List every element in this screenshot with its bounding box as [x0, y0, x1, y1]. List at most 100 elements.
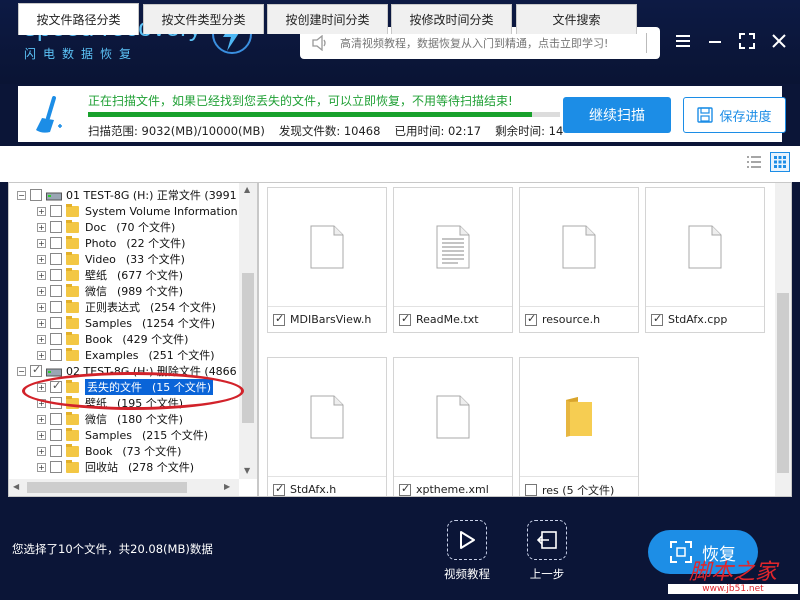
file-checkbox[interactable] [525, 483, 537, 496]
tree-node-label: 壁纸 (195 个文件) [85, 395, 183, 411]
tree-checkbox[interactable] [50, 301, 62, 313]
expand-icon[interactable]: + [37, 350, 46, 360]
tree-checkbox[interactable] [50, 253, 62, 265]
file-checkbox[interactable] [651, 312, 663, 326]
tree-folder-node[interactable]: + 正则表达式 (254 个文件) [37, 299, 216, 315]
expand-icon[interactable]: + [37, 270, 46, 280]
menu-icon[interactable] [672, 30, 694, 52]
expand-icon[interactable]: + [37, 430, 46, 440]
tree-checkbox[interactable] [50, 285, 62, 297]
maximize-icon[interactable] [736, 30, 758, 52]
close-icon[interactable] [768, 30, 790, 52]
save-progress-button[interactable]: 保存进度 [683, 97, 786, 133]
tree-folder-node[interactable]: + 壁纸 (195 个文件) [37, 395, 183, 411]
file-card[interactable]: StdAfx.cpp [645, 187, 765, 333]
play-icon [447, 520, 487, 560]
tree-checkbox[interactable] [50, 221, 62, 233]
back-button[interactable]: 上一步 [512, 520, 582, 582]
tree-folder-node[interactable]: + System Volume Information( [37, 203, 252, 219]
tree-folder-node[interactable]: + Samples (1254 个文件) [37, 315, 215, 331]
expand-icon[interactable]: + [37, 286, 46, 296]
tree-folder-node[interactable]: + 微信 (989 个文件) [37, 283, 183, 299]
tutorial-search-input[interactable] [340, 36, 640, 50]
file-checkbox[interactable] [273, 312, 285, 326]
expand-icon[interactable]: + [37, 318, 46, 328]
tree-checkbox[interactable] [50, 317, 62, 329]
expand-icon[interactable]: + [37, 302, 46, 312]
expand-icon[interactable]: + [37, 398, 46, 408]
tree-checkbox[interactable] [50, 237, 62, 249]
collapse-icon[interactable]: − [17, 366, 26, 376]
tree-checkbox[interactable] [50, 333, 62, 345]
tree-folder-node[interactable]: + Book (73 个文件) [37, 443, 181, 459]
tree-scroll-thumb[interactable] [242, 273, 254, 423]
grid-view-icon[interactable] [770, 152, 790, 172]
file-card[interactable]: StdAfx.h [267, 357, 387, 496]
tree-folder-node[interactable]: + 回收站 (278 个文件) [37, 459, 194, 475]
tree-checkbox[interactable] [50, 445, 62, 457]
expand-icon[interactable]: + [37, 414, 46, 424]
continue-scan-button[interactable]: 继续扫描 [563, 97, 671, 133]
collapse-icon[interactable]: − [17, 190, 26, 200]
tree-folder-node[interactable]: + Book (429 个文件) [37, 331, 188, 347]
expand-icon[interactable]: + [37, 462, 46, 472]
scroll-down-icon[interactable]: ▼ [244, 466, 250, 475]
tree-checkbox[interactable] [50, 269, 62, 281]
file-checkbox[interactable] [273, 482, 285, 496]
tree-folder-node[interactable]: + Video (33 个文件) [37, 251, 185, 267]
tree-folder-node[interactable]: + Doc (70 个文件) [37, 219, 175, 235]
grid-vertical-scrollbar[interactable] [775, 183, 791, 496]
tab-file-search[interactable]: 文件搜索 [516, 4, 637, 34]
expand-icon[interactable]: + [37, 238, 46, 248]
scroll-left-icon[interactable]: ◀ [13, 482, 19, 491]
tree-checkbox[interactable] [30, 363, 42, 377]
tree-checkbox[interactable] [50, 429, 62, 441]
expand-icon[interactable]: + [37, 222, 46, 232]
file-card[interactable]: xptheme.xml [393, 357, 513, 496]
tree-hscroll-thumb[interactable] [27, 482, 187, 493]
tree-folder-node[interactable]: + Samples (215 个文件) [37, 427, 208, 443]
file-checkbox[interactable] [525, 312, 537, 326]
video-tutorial-button[interactable]: 视频教程 [432, 520, 502, 582]
tree-checkbox[interactable] [50, 349, 62, 361]
scroll-up-icon[interactable]: ▲ [244, 185, 250, 194]
tree-checkbox[interactable] [50, 461, 62, 473]
tree-checkbox[interactable] [50, 379, 62, 393]
tree-folder-node[interactable]: + Examples (251 个文件) [37, 347, 215, 363]
tree-checkbox[interactable] [30, 189, 42, 201]
file-card[interactable]: MDIBarsView.h [267, 187, 387, 333]
tree-horizontal-scrollbar[interactable]: ◀ ▶ [9, 479, 239, 496]
file-checkbox[interactable] [399, 482, 411, 496]
tree-checkbox[interactable] [50, 413, 62, 425]
tree-vertical-scrollbar[interactable]: ▲ ▼ [239, 183, 257, 479]
file-name: MDIBarsView.h [290, 313, 372, 326]
file-card[interactable]: ReadMe.txt [393, 187, 513, 333]
tree-drive-node[interactable]: − 02 TEST-8G (H:) 删除文件 (4866 个 [17, 363, 251, 379]
tree-folder-node[interactable]: + Photo (22 个文件) [37, 235, 185, 251]
file-card[interactable]: res (5 个文件) [519, 357, 639, 496]
file-card-footer: ReadMe.txt [394, 306, 512, 332]
list-view-icon[interactable] [744, 152, 764, 172]
tree-checkbox[interactable] [50, 397, 62, 409]
tree-folder-node[interactable]: + 壁纸 (677 个文件) [37, 267, 183, 283]
file-checkbox[interactable] [399, 312, 411, 326]
tab-by-type[interactable]: 按文件类型分类 [143, 4, 264, 34]
tree-node-label: 正则表达式 (254 个文件) [85, 299, 216, 315]
tree-drive-node[interactable]: − 01 TEST-8G (H:) 正常文件 (3991 个 [17, 187, 251, 203]
tab-by-modified-time[interactable]: 按修改时间分类 [391, 4, 512, 34]
tree-folder-node[interactable]: + 丢失的文件 (15 个文件) [37, 379, 214, 395]
tab-by-path[interactable]: 按文件路径分类 [18, 3, 139, 35]
expand-icon[interactable]: + [37, 254, 46, 264]
file-card[interactable]: resource.h [519, 187, 639, 333]
tree-checkbox[interactable] [50, 205, 62, 217]
expand-icon[interactable]: + [37, 334, 46, 344]
expand-icon[interactable]: + [37, 206, 46, 216]
save-icon [697, 107, 714, 123]
minimize-icon[interactable] [704, 30, 726, 52]
tree-folder-node[interactable]: + 微信 (180 个文件) [37, 411, 183, 427]
grid-scroll-thumb[interactable] [777, 293, 789, 473]
scroll-right-icon[interactable]: ▶ [224, 482, 230, 491]
expand-icon[interactable]: + [37, 382, 46, 392]
tab-by-created-time[interactable]: 按创建时间分类 [267, 4, 388, 34]
expand-icon[interactable]: + [37, 446, 46, 456]
